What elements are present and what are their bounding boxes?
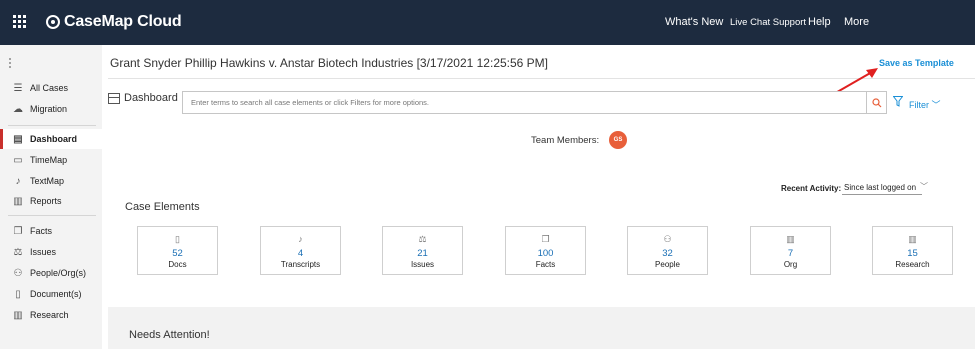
sidebar-divider xyxy=(8,215,96,216)
top-navbar: CaseMap Cloud What's New Live Chat Suppo… xyxy=(0,0,975,45)
nav-whats-new[interactable]: What's New xyxy=(665,16,723,28)
issues-icon: ⚖ xyxy=(13,246,23,258)
microphone-icon: ♪ xyxy=(298,234,303,244)
case-element-label: Transcripts xyxy=(280,260,321,269)
avatar[interactable]: GS xyxy=(609,131,627,149)
chevron-down-icon[interactable]: ﹀ xyxy=(920,181,928,192)
app-grid-icon[interactable] xyxy=(13,15,26,28)
case-element-research[interactable]: ▥ 15 Research xyxy=(872,226,953,275)
case-element-count: 100 xyxy=(537,248,554,259)
search-icon xyxy=(871,97,881,107)
case-title: Grant Snyder Phillip Hawkins v. Anstar B… xyxy=(110,56,549,70)
case-element-issues[interactable]: ⚖ 21 Issues xyxy=(382,226,463,275)
people-icon: ⚇ xyxy=(663,234,672,244)
case-element-docs[interactable]: ▯ 52 Docs xyxy=(137,226,218,275)
sidebar-item-dashboard[interactable]: ▤ Dashboard xyxy=(0,129,102,149)
recent-activity-select[interactable]: Since last logged on xyxy=(842,181,922,195)
case-element-label: Docs xyxy=(168,260,187,269)
search-input[interactable]: Enter terms to search all case elements … xyxy=(182,91,867,114)
facts-icon: ❐ xyxy=(13,225,23,237)
case-element-count: 15 xyxy=(907,248,918,259)
chevron-down-icon: ﹀ xyxy=(931,100,941,110)
filter-icon[interactable] xyxy=(893,96,903,107)
nav-more[interactable]: More xyxy=(844,16,869,28)
people-icon: ⚇ xyxy=(13,267,23,279)
sidebar-item-label: Migration xyxy=(30,104,68,114)
sidebar-item-issues[interactable]: ⚖ Issues xyxy=(0,242,102,262)
search-button[interactable] xyxy=(866,91,887,114)
sidebar: ☰ All Cases ☁ Migration ▤ Dashboard ▭ Ti… xyxy=(0,45,102,349)
org-icon: ▥ xyxy=(786,234,795,244)
dashboard-icon xyxy=(108,92,120,104)
case-element-label: Org xyxy=(783,260,798,269)
nav-live-chat-support[interactable]: Live Chat Support xyxy=(730,17,806,28)
filter-dropdown[interactable]: Filter ﹀ xyxy=(909,98,941,111)
dashboard-heading: Dashboard xyxy=(108,92,178,104)
case-element-facts[interactable]: ❐ 100 Facts xyxy=(505,226,586,275)
nav-help[interactable]: Help xyxy=(808,16,831,28)
sidebar-item-label: TimeMap xyxy=(30,155,68,165)
case-element-org[interactable]: ▥ 7 Org xyxy=(750,226,831,275)
case-element-label: People xyxy=(655,260,680,269)
needs-attention-panel xyxy=(108,307,975,349)
sidebar-item-migration[interactable]: ☁ Migration xyxy=(0,99,102,119)
sidebar-item-label: People/Org(s) xyxy=(30,268,87,278)
logo-mark-icon xyxy=(46,15,60,29)
team-members-label: Team Members: xyxy=(531,135,600,146)
case-elements-title: Case Elements xyxy=(125,201,200,213)
logo-text: CaseMap Cloud xyxy=(64,13,182,30)
facts-icon: ❐ xyxy=(541,234,550,244)
sidebar-item-facts[interactable]: ❐ Facts xyxy=(0,221,102,241)
sidebar-item-label: Dashboard xyxy=(30,134,78,144)
needs-attention-title: Needs Attention! xyxy=(129,329,210,341)
sidebar-item-people-orgs[interactable]: ⚇ People/Org(s) xyxy=(0,263,102,283)
case-element-transcripts[interactable]: ♪ 4 Transcripts xyxy=(260,226,341,275)
case-element-label: Research xyxy=(895,260,930,269)
case-element-count: 52 xyxy=(172,248,183,259)
save-as-template-link[interactable]: Save as Template xyxy=(879,58,954,68)
case-element-count: 21 xyxy=(417,248,428,259)
sidebar-item-reports[interactable]: ▥ Reports xyxy=(0,191,102,211)
research-icon: ▥ xyxy=(13,309,23,321)
research-icon: ▥ xyxy=(908,234,917,244)
sidebar-item-label: TextMap xyxy=(30,176,65,186)
sidebar-item-label: Document(s) xyxy=(30,289,82,299)
sidebar-divider xyxy=(8,125,96,126)
dashboard-label: Dashboard xyxy=(124,92,178,104)
cloud-upload-icon: ☁ xyxy=(13,103,23,115)
timemap-icon: ▭ xyxy=(13,154,23,166)
issues-icon: ⚖ xyxy=(418,234,427,244)
sidebar-item-documents[interactable]: ▯ Document(s) xyxy=(0,284,102,304)
recent-activity-label: Recent Activity: xyxy=(781,184,842,193)
document-icon: ▯ xyxy=(175,234,180,244)
report-icon: ▥ xyxy=(13,195,23,207)
search-placeholder: Enter terms to search all case elements … xyxy=(191,98,430,107)
sidebar-item-timemap[interactable]: ▭ TimeMap xyxy=(0,150,102,170)
dashboard-icon: ▤ xyxy=(13,133,23,145)
filter-label: Filter xyxy=(909,100,929,110)
list-icon: ☰ xyxy=(13,82,23,94)
casemap-logo[interactable]: CaseMap Cloud xyxy=(46,12,182,32)
case-element-count: 32 xyxy=(662,248,673,259)
sidebar-item-all-cases[interactable]: ☰ All Cases xyxy=(0,78,102,98)
sidebar-item-label: Issues xyxy=(30,247,57,257)
document-icon: ▯ xyxy=(15,288,21,300)
sidebar-item-label: All Cases xyxy=(30,83,69,93)
sidebar-menu-icon[interactable] xyxy=(9,58,12,70)
case-element-label: Facts xyxy=(535,260,556,269)
case-element-count: 4 xyxy=(297,248,304,259)
sidebar-item-label: Facts xyxy=(30,226,53,236)
sidebar-item-textmap[interactable]: ♪ TextMap xyxy=(0,171,102,191)
microphone-icon: ♪ xyxy=(15,175,21,187)
sidebar-item-research[interactable]: ▥ Research xyxy=(0,305,102,325)
case-element-label: Issues xyxy=(410,260,435,269)
case-element-count: 7 xyxy=(787,248,794,259)
case-element-people[interactable]: ⚇ 32 People xyxy=(627,226,708,275)
sidebar-item-label: Research xyxy=(30,310,69,320)
sidebar-item-label: Reports xyxy=(30,196,62,206)
